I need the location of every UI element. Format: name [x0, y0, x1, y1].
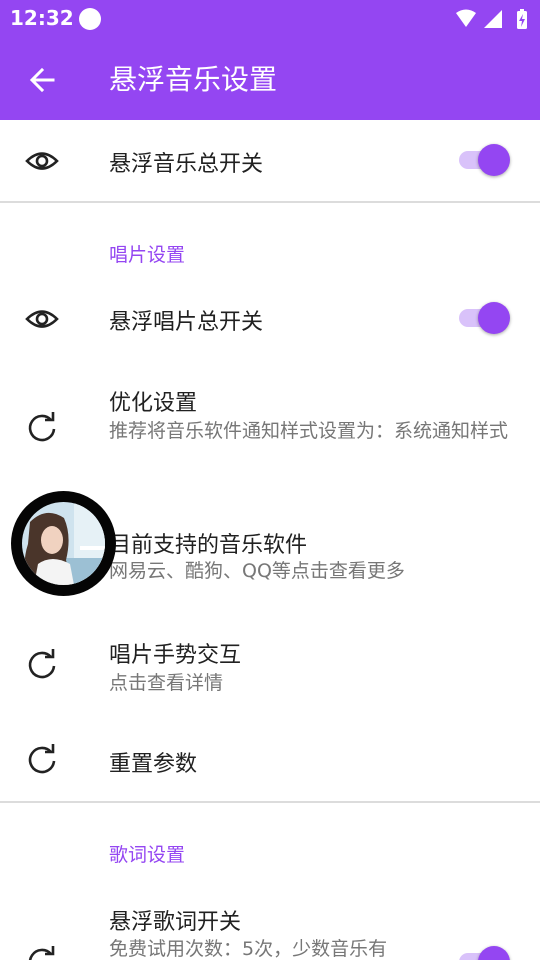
setting-row-master-switch[interactable]: 悬浮音乐总开关	[0, 120, 540, 202]
setting-row-disc-switch[interactable]: 悬浮唱片总开关	[0, 282, 540, 356]
battery-charging-icon	[517, 9, 527, 29]
setting-title: 目前支持的音乐软件	[109, 533, 308, 558]
toggle-thumb	[478, 144, 510, 176]
setting-title: 唱片手势交互	[109, 643, 242, 668]
section-header-lyrics: 歌词设置	[109, 844, 186, 866]
setting-subtitle: 网易云、酷狗、QQ等点击查看更多	[109, 560, 405, 582]
divider	[0, 201, 540, 203]
disc-toggle[interactable]	[459, 300, 513, 336]
status-icons	[456, 9, 527, 29]
album-cover-icon	[22, 502, 105, 585]
signal-icon	[484, 10, 502, 28]
lyrics-toggle[interactable]	[459, 944, 513, 960]
setting-row-reset[interactable]: 重置参数	[0, 722, 540, 800]
refresh-icon	[28, 412, 56, 442]
setting-subtitle: 推荐将音乐软件通知样式设置为：系统通知样式	[109, 420, 509, 442]
setting-title: 悬浮唱片总开关	[109, 310, 264, 335]
divider	[0, 801, 540, 803]
setting-subtitle: 免费试用次数：5次，少数音乐有	[109, 938, 388, 960]
setting-title: 悬浮歌词开关	[109, 910, 242, 935]
master-toggle[interactable]	[459, 142, 513, 178]
setting-subtitle: 点击查看详情	[109, 672, 224, 694]
page-title: 悬浮音乐设置	[109, 63, 278, 96]
setting-row-optimize[interactable]: 优化设置 推荐将音乐软件通知样式设置为：系统通知样式	[0, 372, 540, 488]
section-header-disc: 唱片设置	[109, 244, 186, 266]
refresh-icon	[28, 946, 55, 960]
setting-title: 重置参数	[109, 752, 198, 777]
refresh-icon	[28, 744, 56, 774]
app-bar: 悬浮音乐设置	[0, 38, 540, 120]
setting-title: 悬浮音乐总开关	[109, 152, 264, 177]
wifi-icon	[456, 9, 476, 27]
setting-title: 优化设置	[109, 391, 198, 416]
eye-icon	[25, 152, 59, 170]
notification-dot-icon	[79, 8, 101, 30]
refresh-icon	[28, 649, 56, 679]
status-bar: 12:32	[0, 0, 540, 38]
setting-row-lyrics-switch[interactable]: 悬浮歌词开关 免费试用次数：5次，少数音乐有	[0, 888, 540, 960]
setting-row-gesture[interactable]: 唱片手势交互 点击查看详情	[0, 620, 540, 708]
toggle-thumb	[478, 946, 510, 960]
eye-icon	[25, 310, 59, 328]
floating-music-disc[interactable]	[11, 491, 116, 596]
arrow-left-icon[interactable]	[22, 60, 62, 100]
toggle-thumb	[478, 302, 510, 334]
status-time: 12:32	[10, 6, 74, 30]
